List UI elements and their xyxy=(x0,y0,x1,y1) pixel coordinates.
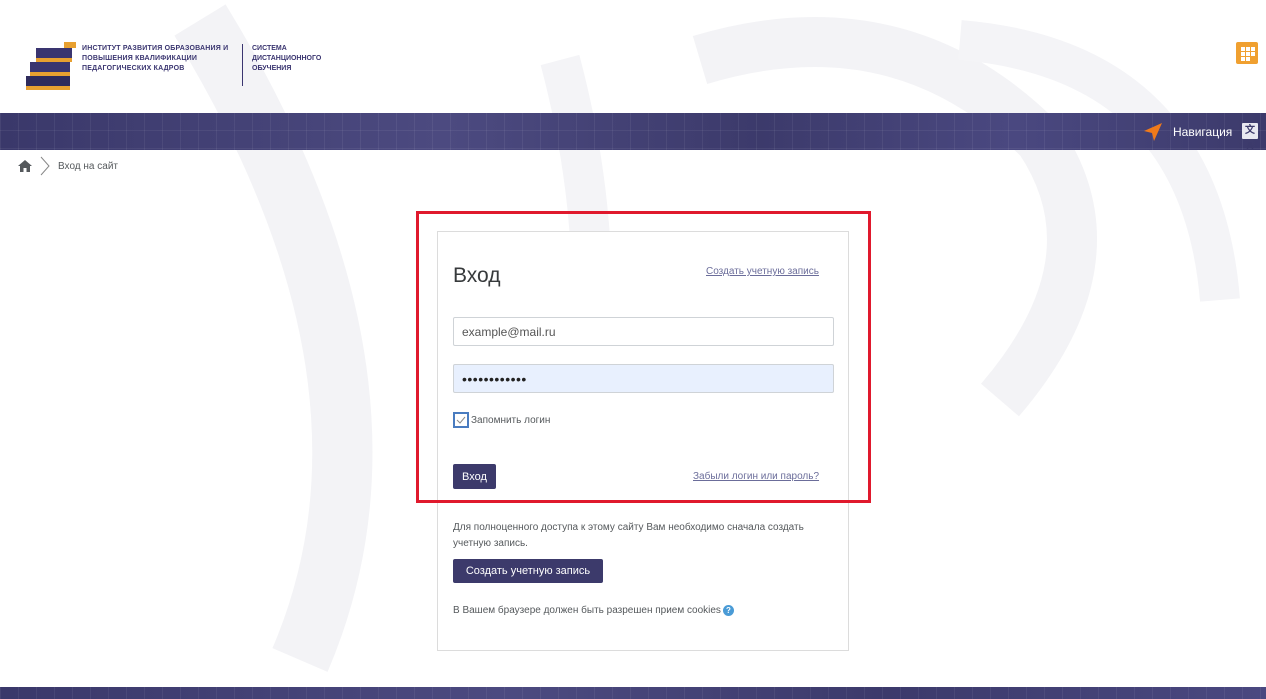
breadcrumb: Вход на сайт xyxy=(18,155,118,177)
translate-icon[interactable]: 文A xyxy=(1242,123,1258,152)
create-account-link[interactable]: Создать учетную запись xyxy=(706,266,819,277)
site-header: Институт развития образования и повышени… xyxy=(0,0,1266,113)
login-button[interactable]: Вход xyxy=(453,464,496,489)
site-footer xyxy=(0,687,1266,699)
remember-checkbox[interactable] xyxy=(453,412,469,428)
cookies-text: В Вашем браузере должен быть разрешен пр… xyxy=(453,605,721,616)
grid-icon[interactable] xyxy=(1236,42,1258,64)
forgot-password-link[interactable]: Забыли логин или пароль? xyxy=(693,471,819,482)
org-name: Институт развития образования и повышени… xyxy=(82,45,229,72)
navigation-button[interactable]: Навигация xyxy=(1143,122,1232,142)
navigation-arrow-icon xyxy=(1144,123,1162,141)
remember-label: Запомнить логин xyxy=(471,414,551,426)
logo-divider xyxy=(242,44,243,86)
create-account-button[interactable]: Создать учетную запись xyxy=(453,559,603,583)
help-icon[interactable]: ? xyxy=(722,605,734,616)
books-logo-icon xyxy=(26,42,76,90)
system-name: Система дистанционного обучения xyxy=(252,45,322,72)
breadcrumb-current: Вход на сайт xyxy=(58,160,118,172)
navigation-label: Навигация xyxy=(1173,125,1233,139)
breadcrumb-separator-icon xyxy=(40,156,50,176)
home-icon[interactable] xyxy=(18,160,32,172)
navigation-bar: Навигация 文A xyxy=(0,113,1266,152)
remember-login[interactable]: Запомнить логин xyxy=(453,412,550,428)
highlight-frame xyxy=(416,211,871,503)
cookies-notice: В Вашем браузере должен быть разрешен пр… xyxy=(453,605,734,616)
password-input[interactable]: •••••••••••• xyxy=(453,364,834,393)
site-logo[interactable]: Институт развития образования и повышени… xyxy=(24,40,344,92)
username-input[interactable]: example@mail.ru xyxy=(453,317,834,346)
login-title: Вход xyxy=(453,264,501,287)
signup-info-text: Для полноценного доступа к этому сайту В… xyxy=(453,522,804,549)
check-icon xyxy=(456,416,466,424)
